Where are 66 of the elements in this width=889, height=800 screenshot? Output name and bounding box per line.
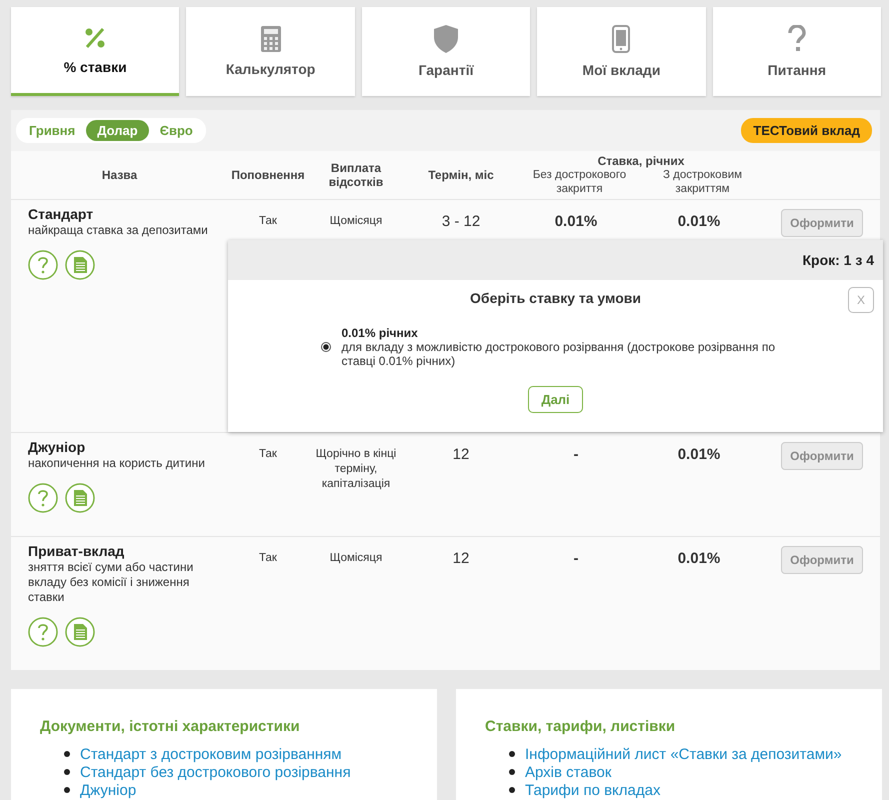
deposit-name: Приват-вклад [28,543,126,559]
document-link[interactable]: Стандарт з достроковим розірванням [80,746,342,762]
deposit-name: Джуніор [28,439,86,455]
table-cell-text: 0.01% [678,445,720,463]
table-cell-text: 12 [452,549,470,567]
column-header: Поповнення [231,168,305,182]
nav-tab[interactable]: Питання [712,7,882,96]
table-cell-text: 12 [452,445,470,463]
deposit-name: Стандарт [28,206,94,222]
table-cell-text: 0.01% [678,212,720,230]
column-header: Термін, міс [428,168,494,182]
nav-tab[interactable]: % ставки [11,7,180,96]
column-header: Ставка, річних [598,154,684,168]
table-cell-text: 0.01% [554,212,598,230]
nav-tab[interactable]: Гарантії [362,7,530,96]
currency-tab[interactable]: Долар [86,120,149,140]
deposit-description: накопичення на користь дитини [28,456,206,471]
table-cell-text: - [574,445,578,463]
document-icon[interactable] [65,483,95,513]
document-link[interactable]: Інформаційний лист «Ставки за депозитами» [525,746,842,762]
column-header: З достроковим закриттям [662,168,744,196]
question-icon [788,25,806,53]
shield-icon [434,25,458,53]
table-cell-text: Так [259,551,277,566]
table-cell-text: Так [259,214,277,229]
document-icon[interactable] [65,617,95,647]
deposit-description: найкраща ставка за депозитами [28,223,209,238]
nav-tab[interactable]: Калькулятор [186,7,355,96]
percent-icon [83,26,108,50]
table-cell-text: Так [259,447,277,462]
help-icon[interactable] [28,483,58,513]
bullet-icon [64,787,70,793]
nav-tab[interactable]: Мої вклади [537,7,706,96]
table-cell-text: - [574,549,578,567]
bullet-icon [64,769,70,775]
smartphone-icon [612,25,630,53]
column-header: Без дострокового закриття [532,168,628,196]
bullet-icon [509,787,515,793]
table-cell-text: Щомісяця [330,214,382,229]
deposit-description: зняття всієї суми або частини вкладу без комісії і зниження ставки [28,560,194,605]
column-header: Назва [102,168,138,182]
option-description: для вкладу з можливістю дострокового розірвання (дострокове розірвання по ставці 0.01% річних) [342,340,776,368]
calculator-icon [260,26,281,52]
document-link[interactable]: Стандарт без дострокового розірвання [80,764,351,780]
table-cell-text: Щомісяця [330,551,382,566]
option-title: 0.01% річних [342,326,419,340]
document-link[interactable]: Джуніор [80,782,136,798]
table-cell-text: 3 - 12 [442,212,480,230]
test-deposit-button[interactable]: ТЕСТовий вклад [741,118,872,142]
bullet-icon [509,769,515,775]
table-cell-text: Щорічно в кінці терміну, капіталізація [314,447,398,492]
column-header: Виплата відсотків [328,161,384,189]
currency-tab[interactable]: Євро [148,120,204,140]
step-indicator: Крок: 1 з 4 [802,252,874,268]
document-link[interactable]: Тарифи по вкладах [525,782,660,798]
popup-title: Оберіть ставку та умови [470,290,641,306]
bullet-icon [509,751,515,757]
card-title: Документи, істотні характеристики [40,718,301,735]
document-link[interactable]: Архів ставок [525,764,612,780]
currency-tab[interactable]: Гривня [18,120,86,140]
help-icon[interactable] [28,250,58,280]
table-cell-text: 0.01% [678,549,720,567]
card-title: Ставки, тарифи, листівки [485,718,676,735]
help-icon[interactable] [28,617,58,647]
bullet-icon [64,751,70,757]
document-icon[interactable] [65,250,95,280]
